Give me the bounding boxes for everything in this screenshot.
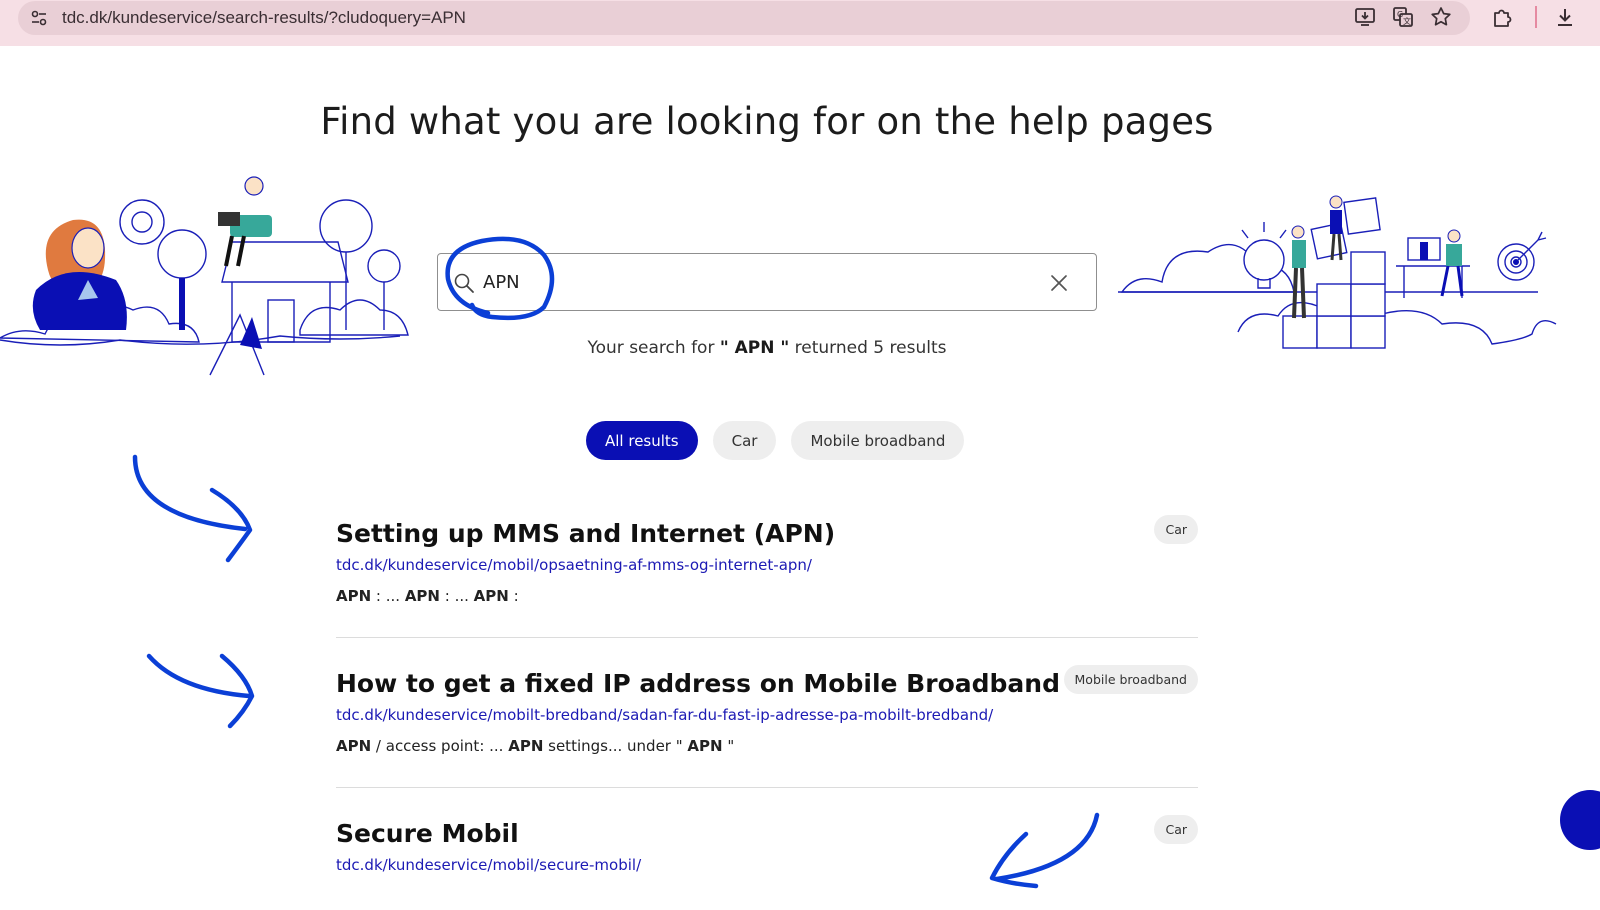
snippet-text: : ... bbox=[371, 587, 405, 605]
result-snippet: APN : ... APN : ... APN : bbox=[336, 587, 1198, 605]
snippet-text: / access point: ... bbox=[371, 737, 509, 755]
site-settings-icon[interactable] bbox=[30, 9, 48, 27]
snippet-highlight: APN bbox=[687, 737, 723, 755]
translate-icon[interactable]: G 文 bbox=[1392, 6, 1414, 28]
search-box[interactable] bbox=[437, 253, 1097, 311]
search-input[interactable] bbox=[483, 268, 1043, 296]
annotation-arrow bbox=[132, 454, 253, 563]
extensions-icon[interactable] bbox=[1491, 6, 1513, 28]
help-illustration-right bbox=[1118, 195, 1557, 349]
snippet-text: settings... under " bbox=[543, 737, 688, 755]
filter-car[interactable]: Car bbox=[712, 421, 777, 460]
search-result[interactable]: Secure Mobil tdc.dk/kundeservice/mobil/s… bbox=[336, 815, 1198, 874]
result-url[interactable]: tdc.dk/kundeservice/mobilt-bredband/sada… bbox=[336, 706, 1198, 724]
browser-toolbar: tdc.dk/kundeservice/search-results/?clud… bbox=[0, 0, 1600, 46]
snippet-highlight: APN bbox=[336, 737, 372, 755]
search-result[interactable]: How to get a fixed IP address on Mobile … bbox=[336, 665, 1198, 755]
summary-suffix: returned 5 results bbox=[794, 338, 947, 358]
install-app-icon[interactable] bbox=[1354, 6, 1376, 28]
result-divider bbox=[336, 787, 1198, 788]
clear-search-icon[interactable] bbox=[1048, 272, 1070, 294]
page-title: Find what you are looking for on the hel… bbox=[320, 100, 1214, 143]
result-filters: All results Car Mobile broadband bbox=[586, 421, 965, 460]
bookmark-star-icon[interactable] bbox=[1430, 6, 1452, 28]
result-category-tag: Car bbox=[1154, 815, 1198, 844]
result-category-tag: Mobile broadband bbox=[1063, 665, 1198, 694]
snippet-highlight: APN bbox=[473, 587, 509, 605]
svg-text:文: 文 bbox=[1403, 16, 1411, 26]
filter-all-results[interactable]: All results bbox=[586, 421, 698, 460]
url-text[interactable]: tdc.dk/kundeservice/search-results/?clud… bbox=[62, 8, 466, 28]
search-icon bbox=[454, 273, 474, 293]
summary-prefix: Your search for bbox=[587, 338, 715, 358]
result-snippet: APN / access point: ... APN settings... … bbox=[336, 737, 1198, 755]
snippet-highlight: APN bbox=[508, 737, 544, 755]
toolbar-divider bbox=[1535, 6, 1537, 28]
result-category-tag: Car bbox=[1154, 515, 1198, 544]
download-icon[interactable] bbox=[1554, 6, 1576, 28]
snippet-highlight: APN bbox=[336, 587, 372, 605]
result-title[interactable]: Secure Mobil bbox=[336, 819, 1198, 848]
snippet-highlight: APN bbox=[404, 587, 440, 605]
summary-query: " APN " bbox=[719, 338, 790, 358]
chat-button[interactable] bbox=[1560, 790, 1600, 850]
search-result[interactable]: Setting up MMS and Internet (APN) tdc.dk… bbox=[336, 515, 1198, 605]
result-divider bbox=[336, 637, 1198, 638]
address-bar[interactable]: tdc.dk/kundeservice/search-results/?clud… bbox=[18, 1, 1470, 35]
search-result-summary: Your search for " APN " returned 5 resul… bbox=[0, 338, 1534, 358]
annotation-arrow bbox=[146, 653, 255, 729]
snippet-text: : bbox=[508, 587, 519, 605]
filter-mobile-broadband[interactable]: Mobile broadband bbox=[791, 421, 965, 460]
result-url[interactable]: tdc.dk/kundeservice/mobil/opsaetning-af-… bbox=[336, 556, 1198, 574]
result-url[interactable]: tdc.dk/kundeservice/mobil/secure-mobil/ bbox=[336, 856, 1198, 874]
result-title[interactable]: Setting up MMS and Internet (APN) bbox=[336, 519, 1198, 548]
snippet-text: " bbox=[722, 737, 735, 755]
snippet-text: : ... bbox=[439, 587, 474, 605]
